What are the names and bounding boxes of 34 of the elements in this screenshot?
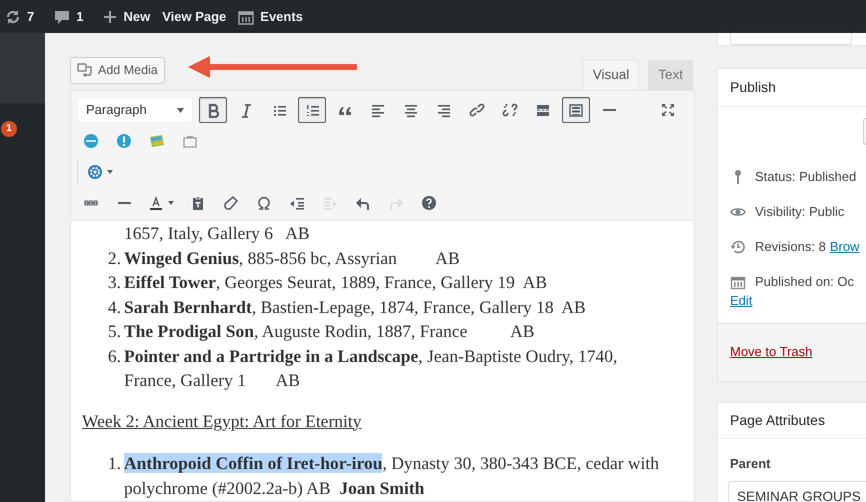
field-label: Parent xyxy=(729,454,772,472)
list-item-text: Pointer and a Partridge in a Landscape, Jean-Baptiste Oudry, 1740, France, Gallery 1 AB xyxy=(124,344,618,392)
admin-bar-item[interactable]: New xyxy=(103,6,150,26)
notification-badge: 1 xyxy=(1,120,17,136)
list-number: 5. xyxy=(106,320,122,343)
status-text: Status: Published xyxy=(755,168,856,186)
list-item-text: Eiffel Tower, Georges Seurat, 1889, France, Gallery 19 AB xyxy=(124,271,548,294)
list-number: 1. xyxy=(106,452,122,475)
panel-title: Page Attributes xyxy=(718,402,866,438)
edit-link[interactable]: Edit xyxy=(730,293,752,308)
format-dropdown[interactable]: Paragraph xyxy=(77,97,193,123)
list-number: 6. xyxy=(106,344,122,368)
editor-tab[interactable]: Visual xyxy=(582,60,640,90)
list-item-text: Winged Genius, 885-856 bc, Assyrian AB xyxy=(124,246,460,270)
status-text: Revisions: 8 xyxy=(755,238,826,256)
status-text: Visibility: Public xyxy=(755,202,844,221)
list-item-text: The Prodigal Son, Auguste Rodin, 1887, France AB xyxy=(124,320,534,343)
list-number: 3. xyxy=(106,271,122,294)
list-item-text: 1657, Italy, Gallery 6 AB xyxy=(124,222,310,245)
list-item-text: Sarah Bernhardt, Bastien-Lepage, 1874, France, Gallery 18 AB xyxy=(124,296,586,319)
move-to-trash-link[interactable]: Move to Trash xyxy=(730,342,812,362)
parent-dropdown[interactable]: SEMINAR GROUPS xyxy=(728,481,866,502)
section-heading: Week 2: Ancient Egypt: Art for Eternity xyxy=(81,410,362,433)
admin-bar-item[interactable]: Events xyxy=(238,6,303,26)
list-number: 2. xyxy=(106,246,122,270)
panel-title: Publish xyxy=(718,69,866,107)
status-text: Published on: Oc xyxy=(755,272,854,291)
browse-link[interactable]: Brow xyxy=(830,236,860,256)
admin-bar-item[interactable]: 7 xyxy=(5,6,34,26)
add-media-button[interactable]: Add Media xyxy=(70,57,165,84)
list-item-text: Anthropoid Coffin of Iret-hor-irou, Dynasty 30, 380-343 BCE, cedar with polychrome (#2002.2a-b) AB Joan Smith xyxy=(124,452,660,500)
admin-bar-link[interactable]: View Page xyxy=(162,6,226,26)
list-number: 4. xyxy=(106,296,122,318)
admin-bar-item[interactable]: 1 xyxy=(54,6,84,26)
